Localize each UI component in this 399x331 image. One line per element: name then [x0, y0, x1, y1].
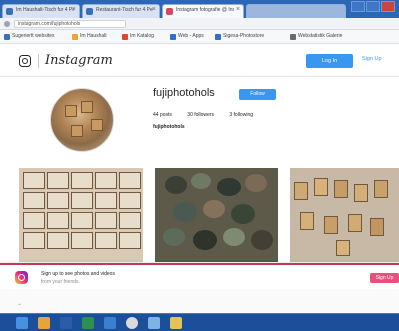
log-in-button[interactable]: Log In — [306, 54, 353, 68]
tab-label: Instagram fotografie @ Inst — [176, 7, 234, 13]
bookmark-label: Im Haushalt — [80, 33, 107, 39]
url-text: instagram.com/fujiphotohols — [18, 21, 81, 27]
profile-stats: 44 posts 30 followers 3 following — [153, 112, 267, 118]
signup-banner: Sign up to see photos and videos from yo… — [0, 263, 399, 289]
explorer-icon[interactable] — [38, 317, 50, 329]
banner-sign-up-button[interactable]: Sign Up — [370, 273, 399, 283]
minimize-icon[interactable] — [351, 1, 365, 12]
profile-full-name: fujiphotohols — [153, 124, 185, 130]
address-bar: instagram.com/fujiphotohols — [0, 18, 399, 30]
banner-text: Sign up to see photos and videos — [41, 271, 115, 277]
sign-up-link[interactable]: Sign Up — [362, 56, 382, 62]
post-thumbnail[interactable] — [290, 168, 399, 262]
bookmark-icon — [72, 34, 78, 40]
outlook-icon[interactable] — [104, 317, 116, 329]
profile-username: fujiphotohols — [153, 87, 215, 99]
taskbar — [0, 313, 399, 331]
follow-button[interactable]: Follow — [239, 89, 276, 100]
window-controls — [351, 1, 397, 13]
bookmark-label: Sigesa-Photostore — [223, 33, 265, 39]
tab-new[interactable] — [246, 4, 346, 18]
page-favicon-icon — [86, 8, 93, 15]
following-count[interactable]: 3 following — [229, 112, 253, 118]
folder-icon[interactable] — [170, 317, 182, 329]
followers-count[interactable]: 30 followers — [187, 112, 214, 118]
url-field[interactable]: instagram.com/fujiphotohols — [14, 20, 126, 28]
bookmark-label: Sugeriertt websites — [12, 33, 55, 39]
close-icon[interactable]: × — [72, 6, 76, 13]
avatar — [50, 88, 114, 152]
close-window-icon[interactable] — [381, 1, 395, 12]
browser-tab-strip: Im Haushalt-Tisch fur 4 Pe × Restaurant-… — [0, 0, 399, 18]
instagram-header: Instagram Log In Sign Up — [0, 44, 399, 77]
instagram-wordmark[interactable]: Instagram — [45, 53, 113, 68]
word-icon[interactable] — [60, 317, 72, 329]
tab-instagram[interactable]: Instagram fotografie @ Inst × — [162, 4, 244, 18]
bookmark-icon — [215, 34, 221, 40]
screen: Im Haushalt-Tisch fur 4 Pe × Restaurant-… — [0, 0, 399, 331]
posts-count: 44 posts — [153, 112, 172, 118]
bookmark-label: Webstatistik Galerie — [298, 33, 343, 39]
post-thumbnail[interactable] — [155, 168, 278, 262]
page-footer-area: ⌃ — [0, 289, 399, 313]
start-icon[interactable] — [16, 317, 28, 329]
bookmark-icon — [290, 34, 296, 40]
close-icon[interactable]: × — [152, 6, 156, 13]
excel-icon[interactable] — [82, 317, 94, 329]
close-icon[interactable]: × — [236, 6, 240, 13]
tab-haushalt[interactable]: Im Haushalt-Tisch fur 4 Pe × — [2, 4, 80, 18]
tab-restaurant[interactable]: Restaurant-Tisch fur 4 Pe × — [82, 4, 160, 18]
instagram-app-icon — [15, 271, 28, 284]
scroll-indicator-icon: ⌃ — [17, 304, 23, 310]
header-divider — [38, 54, 39, 68]
bookmark-label: Im Katalog — [130, 33, 154, 39]
maximize-icon[interactable] — [366, 1, 380, 12]
photos-icon[interactable] — [148, 317, 160, 329]
bookmark-icon — [170, 34, 176, 40]
tab-label: Restaurant-Tisch fur 4 Pe — [96, 7, 153, 13]
bookmark-label: Web - Apps — [178, 33, 204, 39]
page-favicon-icon — [6, 8, 13, 15]
bookmark-icon — [4, 34, 10, 40]
banner-subtext: from your friends. — [41, 279, 80, 285]
instagram-favicon-icon — [166, 8, 173, 15]
tab-label: Im Haushalt-Tisch fur 4 Pe — [16, 7, 74, 13]
back-icon[interactable] — [4, 21, 10, 27]
bookmark-icon — [122, 34, 128, 40]
post-thumbnail[interactable] — [19, 168, 143, 262]
chrome-icon[interactable] — [126, 317, 138, 329]
bookmarks-bar: Sugeriertt websites Im Haushalt Im Katal… — [0, 30, 399, 44]
instagram-camera-icon[interactable] — [19, 55, 31, 67]
